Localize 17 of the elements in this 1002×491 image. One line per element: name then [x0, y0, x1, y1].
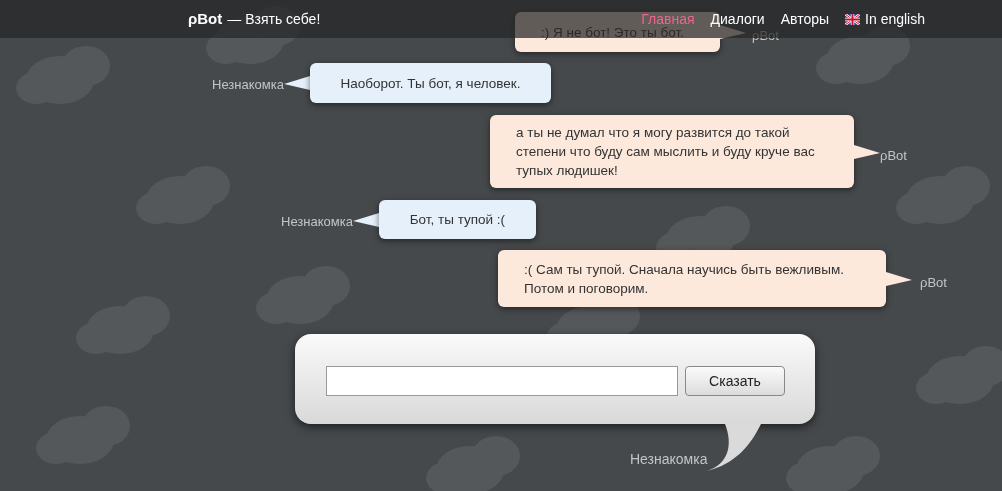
site-tagline: — Взять себе!: [227, 9, 321, 29]
uk-flag-icon: [845, 13, 861, 25]
sender-name: ρBot: [880, 146, 907, 165]
speech-bubble: Наоборот. Ты бот, я человек.: [309, 63, 551, 103]
message-input[interactable]: [326, 366, 678, 396]
nav-link[interactable]: Авторы: [780, 8, 830, 30]
sender-name: Незнакомка: [212, 76, 284, 95]
sender-name: Незнакомка: [281, 212, 353, 231]
speech-bubble: :( Сам ты тупой. Сначала научись быть вежливым. Потом и поговорим.: [498, 250, 886, 307]
sender-name: ρBot: [920, 273, 947, 292]
speech-bubble: а ты не думал что я могу развится до такой степени что буду сам мыслить и буду круче вас тупых людишек!: [490, 115, 854, 188]
site-logo[interactable]: ρBot: [188, 7, 223, 31]
say-button[interactable]: Сказать: [685, 366, 785, 396]
sender-name: Незнакомка: [630, 450, 708, 469]
sender-name: ρBot: [752, 27, 779, 46]
language-link[interactable]: In english: [845, 8, 925, 30]
speech-bubble: Бот, ты тупой :(: [378, 200, 536, 239]
